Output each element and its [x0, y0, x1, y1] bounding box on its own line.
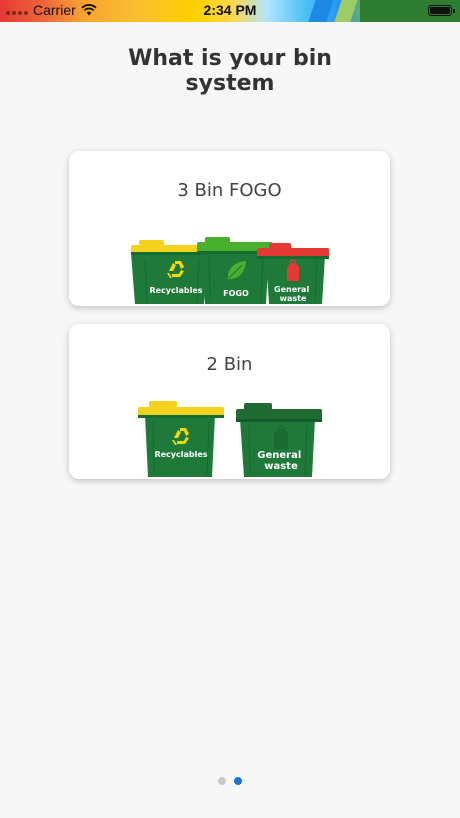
bin-option-3-bin-fogo[interactable]: 3 Bin FOGO Recyclables FOGO General wast…	[69, 151, 390, 306]
bin-option-2-bin[interactable]: 2 Bin Recyclables General waste	[69, 324, 390, 479]
bin-label-line: General	[257, 450, 301, 461]
page-title: What is your bin system	[0, 46, 460, 96]
page-title-line-1: What is your bin	[128, 46, 332, 71]
bin-label: General waste	[257, 450, 304, 472]
bin-label: Recyclables	[154, 450, 207, 459]
status-bar: Carrier 2:34 PM	[0, 0, 460, 22]
recyclables-bin-icon	[138, 401, 224, 477]
page-indicator	[0, 777, 460, 785]
status-time: 2:34 PM	[203, 2, 257, 18]
bin-label: Recyclables	[149, 286, 202, 295]
bin-label-line: waste	[280, 294, 307, 303]
bin-label-line: General	[274, 285, 309, 294]
battery-icon	[428, 5, 455, 16]
bin-label-line: waste	[264, 461, 298, 472]
bin-label: General waste	[274, 285, 312, 303]
bin-option-label: 2 Bin	[206, 354, 253, 375]
bin-label: FOGO	[223, 289, 249, 298]
page-dot[interactable]	[218, 777, 226, 785]
page-title-line-2: system	[185, 71, 275, 96]
bin-option-label: 3 Bin FOGO	[177, 180, 282, 201]
three-bins-illustration: Recyclables FOGO General waste	[131, 237, 329, 304]
page-dot-active[interactable]	[234, 777, 242, 785]
two-bins-illustration: Recyclables General waste	[138, 401, 322, 477]
